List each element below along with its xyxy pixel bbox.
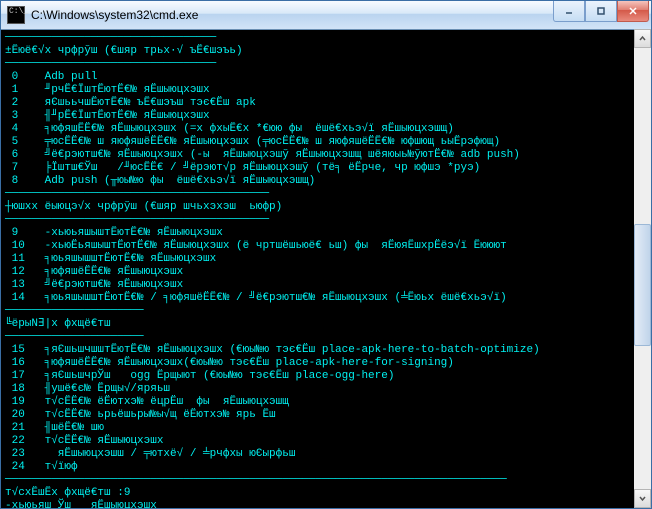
cmd-window: C:\Windows\system32\cmd.exe ────────────… [0,0,652,509]
terminal-output: ──────────────────────────────── ±Ёюё€√х… [1,30,651,508]
close-button[interactable] [617,1,649,22]
window-title: C:\Windows\system32\cmd.exe [31,8,553,22]
titlebar[interactable]: C:\Windows\system32\cmd.exe [1,1,651,30]
scroll-up-button[interactable] [634,29,651,48]
cmd-icon [7,6,25,24]
scroll-thumb[interactable] [634,224,651,346]
vertical-scrollbar[interactable] [634,29,651,508]
minimize-button[interactable] [553,1,585,22]
maximize-button[interactable] [585,1,617,22]
scroll-down-button[interactable] [634,489,651,508]
scroll-track[interactable] [634,48,651,489]
